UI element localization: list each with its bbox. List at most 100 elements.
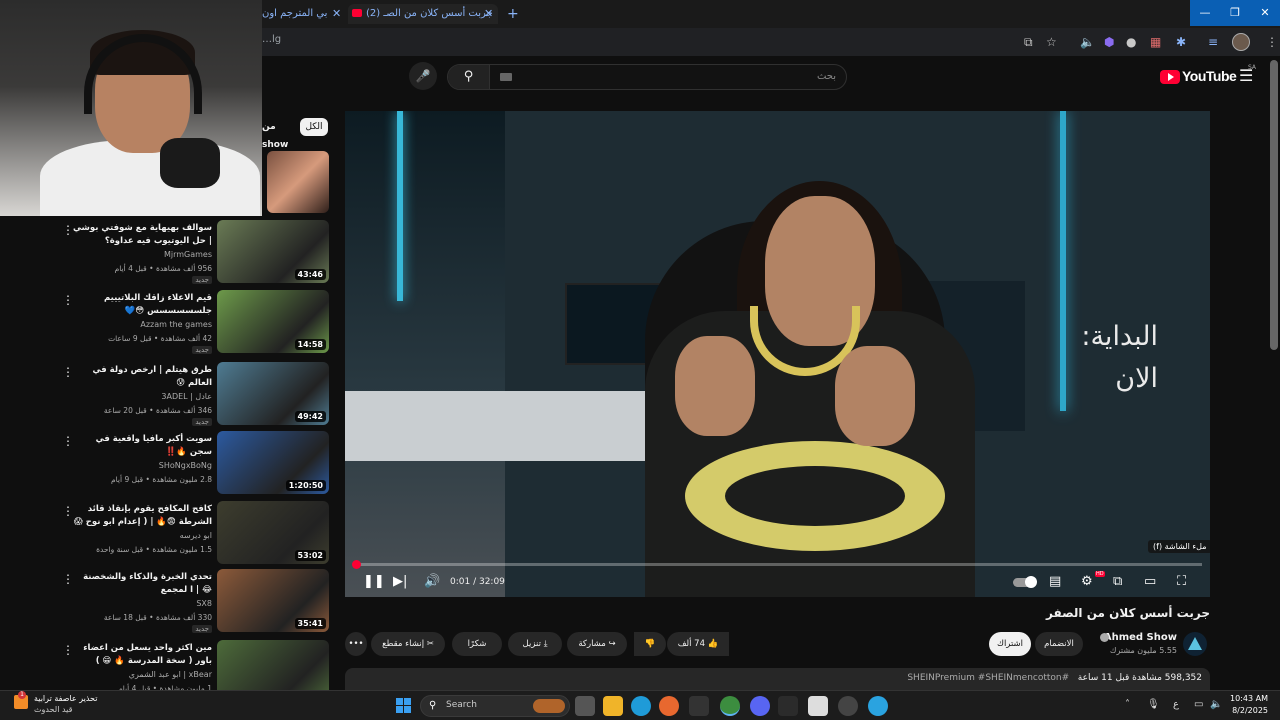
browser-menu-icon[interactable]: ⋮ bbox=[1266, 34, 1278, 50]
recommendation-channel[interactable]: xBear | ابو عبد الشمري bbox=[129, 670, 212, 679]
recommendation-title[interactable]: سوالف بهيهاية مع شوفتي بوشي | حل اليوتيو… bbox=[72, 222, 212, 248]
more-actions-button[interactable]: ••• bbox=[345, 632, 367, 656]
task-view-icon[interactable] bbox=[575, 696, 595, 716]
channel-avatar[interactable] bbox=[1183, 632, 1207, 656]
recommendation-title[interactable]: تحدي الخبرة والذكاء والشخصنة 😂 | ا لمجمع bbox=[72, 571, 212, 597]
recommendation-item[interactable]: ⋮ سويت أكبر مافيا واقعية في سجن 🔥‼️ SHoNgx… bbox=[0, 431, 335, 497]
thanks-button[interactable]: شكرًا bbox=[452, 632, 502, 656]
tab-audio-icon[interactable]: 🔈 bbox=[1080, 34, 1095, 50]
search-box[interactable]: ⚲ بحث bbox=[447, 64, 847, 90]
reading-list-icon[interactable]: ≡ bbox=[1208, 34, 1218, 50]
taskbar-search[interactable]: ⚲ Search bbox=[420, 695, 570, 717]
recommendation-thumbnail[interactable]: 1:20:50 bbox=[217, 431, 329, 494]
recommendation-thumbnail[interactable]: 49:42 bbox=[217, 362, 329, 425]
window-close-icon[interactable]: ✕ bbox=[1250, 0, 1280, 26]
clip-button[interactable]: ✂ إنشاء مقطع bbox=[371, 632, 445, 656]
recommendation-title[interactable]: طرق هيتلم | ارخص دولة في العالم 😰 bbox=[72, 364, 212, 390]
search-icon[interactable]: ⚲ bbox=[448, 65, 490, 89]
volume-icon[interactable]: 🔈 bbox=[1210, 699, 1222, 710]
app-icon[interactable] bbox=[689, 696, 709, 716]
recommendation-channel[interactable]: ابو ديرسه bbox=[180, 531, 212, 540]
recommendation-item[interactable]: ⋮ قيم الاعلاء زاقك البلاتيييم جلسسسسسس 😳💙… bbox=[0, 290, 335, 356]
extension-circle-icon[interactable]: ● bbox=[1126, 34, 1136, 50]
subtitles-icon[interactable]: ▤ bbox=[1049, 573, 1061, 591]
progress-scrubber[interactable] bbox=[352, 560, 361, 569]
recommendation-thumbnail[interactable]: 35:41 bbox=[217, 569, 329, 632]
chip-from-channel[interactable]: من show bbox=[262, 118, 294, 150]
recommendation-title[interactable]: قيم الاعلاء زاقك البلاتيييم جلسسسسسس 😳💙 bbox=[72, 292, 212, 318]
share-button[interactable]: ↪ مشاركة bbox=[567, 632, 627, 656]
recommendation-thumbnail[interactable] bbox=[267, 151, 329, 213]
file-explorer-icon[interactable] bbox=[603, 696, 623, 716]
tab-close-icon[interactable]: ✕ bbox=[484, 4, 493, 24]
profile-avatar[interactable] bbox=[1232, 33, 1250, 51]
theater-mode-icon[interactable]: ▭ bbox=[1144, 573, 1156, 591]
terminal-icon[interactable] bbox=[778, 696, 798, 716]
pause-icon[interactable]: ❚❚ bbox=[363, 573, 385, 591]
recommendation-title[interactable]: سويت أكبر مافيا واقعية في سجن 🔥‼️ bbox=[72, 433, 212, 459]
chrome-icon[interactable] bbox=[720, 696, 740, 716]
app-icon[interactable] bbox=[808, 696, 828, 716]
download-button[interactable]: ⤓ تنزيل bbox=[508, 632, 562, 656]
minimize-icon[interactable]: — bbox=[1190, 0, 1220, 26]
microphone-icon[interactable]: 🎙 bbox=[1147, 699, 1160, 710]
fullscreen-icon[interactable]: ⛶ bbox=[1177, 573, 1186, 591]
install-app-icon[interactable]: ⧉ bbox=[1024, 34, 1033, 50]
bookmark-star-icon[interactable]: ☆ bbox=[1046, 34, 1057, 50]
video-player[interactable]: البداية: الان ملء الشاشة (f) ❚❚ ▶| 🔊 0:0… bbox=[345, 111, 1210, 597]
recommendation-channel[interactable]: SHoNgxBoNg bbox=[159, 461, 212, 470]
extensions-puzzle-icon[interactable]: ✱ bbox=[1176, 34, 1186, 50]
tab-close-icon[interactable]: ✕ bbox=[332, 4, 341, 24]
recommendation-thumbnail[interactable]: 53:02 bbox=[217, 501, 329, 564]
extension-calendar-icon[interactable]: ▦ bbox=[1150, 34, 1161, 50]
recommendation-channel[interactable]: عادل | 3ADEL bbox=[161, 392, 212, 401]
recommendation-channel[interactable]: SX8 bbox=[196, 599, 212, 608]
firefox-icon[interactable] bbox=[659, 696, 679, 716]
telegram-icon[interactable] bbox=[868, 696, 888, 716]
language-indicator[interactable]: ع bbox=[1173, 699, 1179, 710]
settings-gear-icon[interactable]: ⚙ bbox=[1081, 573, 1093, 591]
obs-icon[interactable] bbox=[838, 696, 858, 716]
network-icon[interactable]: ▭ bbox=[1194, 699, 1203, 710]
browser-tab-translator[interactable]: بي المترجم اون bbox=[262, 4, 342, 24]
browser-tab-youtube[interactable]: (2) جربت أسس كلان من الصـ bbox=[348, 4, 498, 24]
progress-bar[interactable] bbox=[352, 560, 1202, 569]
next-icon[interactable]: ▶| bbox=[393, 573, 407, 591]
recommendation-title[interactable]: مين اكثر واحد يسعل من اعضاء باور ( سخة ا… bbox=[72, 642, 212, 668]
recommendation-channel[interactable]: Azzam the games bbox=[140, 320, 212, 329]
recommendation-item[interactable]: ⋮ طرق هيتلم | ارخص دولة في العالم 😰 عادل |… bbox=[0, 362, 335, 428]
recommendation-title[interactable]: كافح المكافح يقوم بإنقاذ قائد الشرطة 😨🔥 … bbox=[72, 503, 212, 530]
edge-icon[interactable] bbox=[631, 696, 651, 716]
keyboard-icon[interactable] bbox=[500, 73, 512, 81]
recommendation-item[interactable]: ⋮ تحدي الخبرة والذكاء والشخصنة 😂 | ا لمجم… bbox=[0, 569, 335, 635]
recommendation-thumbnail[interactable]: 43:46 bbox=[217, 220, 329, 283]
description-box[interactable]: 598,352 مشاهدة قبل 11 ساعة #SHEINPremium… bbox=[345, 668, 1210, 690]
new-tab-icon[interactable]: + bbox=[507, 4, 519, 24]
hashtags[interactable]: #SHEINPremium #SHEINmencotton bbox=[907, 673, 1069, 683]
extension-shield-icon[interactable]: ⬢ bbox=[1104, 34, 1114, 50]
voice-search-icon[interactable]: 🎤 bbox=[409, 62, 437, 90]
windows-start-icon[interactable] bbox=[396, 698, 412, 714]
tray-chevron-icon[interactable]: ˄ bbox=[1125, 699, 1130, 710]
search-input[interactable]: بحث bbox=[817, 65, 836, 89]
like-button[interactable]: 👍 74 ألف bbox=[667, 632, 729, 656]
autoplay-toggle[interactable] bbox=[1013, 576, 1037, 588]
recommendation-item[interactable]: ⋮ كافح المكافح يقوم بإنقاذ قائد الشرطة 😨🔥… bbox=[0, 501, 335, 567]
dislike-button[interactable]: 👎 bbox=[634, 632, 666, 656]
address-url[interactable]: …lg bbox=[262, 34, 281, 45]
subscribe-button[interactable]: اشتراك bbox=[989, 632, 1031, 656]
recommendation-channel[interactable]: MjrmGames bbox=[164, 250, 212, 259]
recommendation-thumbnail[interactable]: 14:58 bbox=[217, 290, 329, 353]
page-scrollbar[interactable] bbox=[1270, 60, 1278, 350]
miniplayer-icon[interactable]: ⧉ bbox=[1113, 573, 1122, 591]
discord-icon[interactable] bbox=[750, 696, 770, 716]
clock-date[interactable]: 8/2/2025 bbox=[1222, 706, 1268, 715]
join-button[interactable]: الانضمام bbox=[1035, 632, 1083, 656]
restore-icon[interactable]: ❐ bbox=[1220, 0, 1250, 26]
chip-all[interactable]: الكل bbox=[300, 118, 328, 136]
weather-title[interactable]: تحذير عاصفة ترابية bbox=[34, 694, 97, 703]
volume-icon[interactable]: 🔊 bbox=[424, 573, 440, 591]
recommendation-item[interactable]: ⋮ سوالف بهيهاية مع شوفتي بوشي | حل اليوتي… bbox=[0, 220, 335, 286]
channel-name[interactable]: Ahmed Show bbox=[1104, 632, 1177, 643]
hamburger-menu-icon[interactable]: ☰ bbox=[1239, 68, 1253, 84]
